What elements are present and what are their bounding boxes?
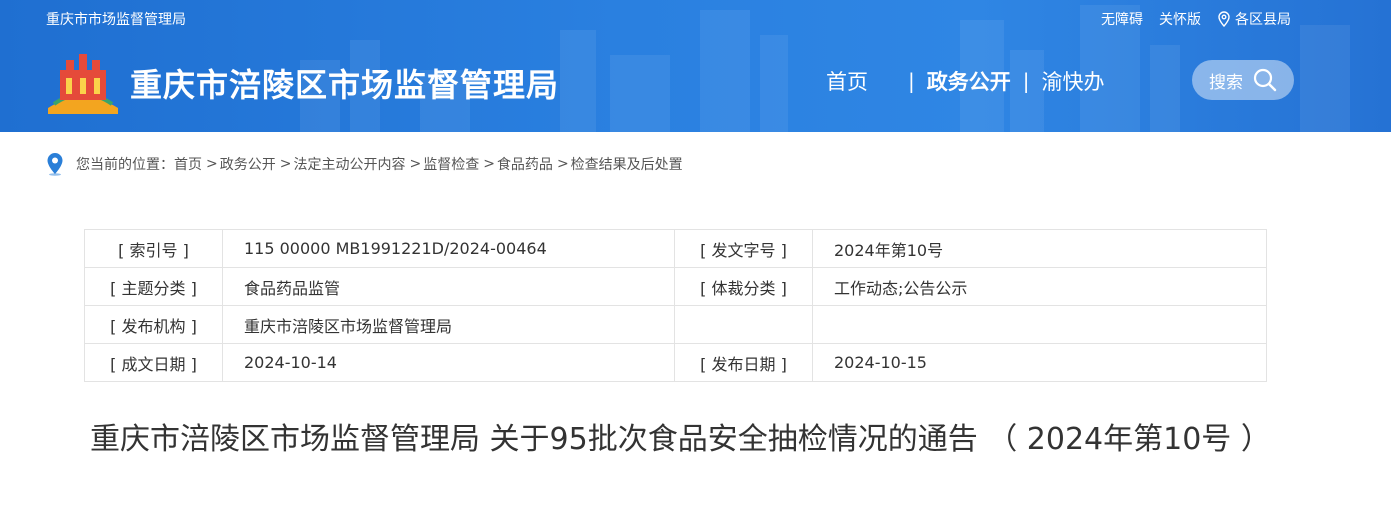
info-label: [ 发布机构 ] <box>84 305 223 344</box>
breadcrumb-arrow: > <box>409 156 422 172</box>
info-value: 食品药品监管 <box>222 267 675 306</box>
breadcrumb-arrow: > <box>556 156 569 172</box>
breadcrumb-item[interactable]: 监督检查 <box>423 154 479 174</box>
nav-gov-affairs[interactable]: 政务公开 <box>927 66 1011 96</box>
search-button[interactable]: 搜索 <box>1192 60 1294 100</box>
info-label: [ 体裁分类 ] <box>674 267 813 306</box>
info-label: [ 主题分类 ] <box>84 267 223 306</box>
info-label: [ 索引号 ] <box>84 229 223 268</box>
search-icon <box>1253 68 1277 92</box>
info-label: [ 成文日期 ] <box>84 343 223 382</box>
care-mode-link[interactable]: 关怀版 <box>1159 9 1201 29</box>
location-pin-icon <box>47 153 63 176</box>
info-label <box>674 305 813 344</box>
info-value <box>812 305 1267 344</box>
breadcrumb: 您当前的位置： 首页 > 政务公开 > 法定主动公开内容 > 监督检查 > 食品… <box>46 152 683 176</box>
table-row: [ 成文日期 ] 2024-10-14 [ 发布日期 ] 2024-10-15 <box>84 343 1267 382</box>
table-row: [ 发布机构 ] 重庆市涪陵区市场监督管理局 <box>84 305 1267 344</box>
breadcrumb-arrow: > <box>279 156 292 172</box>
info-label: [ 发文字号 ] <box>674 229 813 268</box>
districts-link[interactable]: 各区县局 <box>1217 9 1291 29</box>
info-value: 2024年第10号 <box>812 229 1267 268</box>
site-header: 重庆市市场监督管理局 无障碍 关怀版 各区县局 重庆市涪陵区市场监督管理局 首页… <box>0 0 1391 132</box>
nav-yukuaiban[interactable]: 渝快办 <box>1042 66 1105 96</box>
breadcrumb-item[interactable]: 食品药品 <box>497 154 553 174</box>
search-label: 搜索 <box>1209 72 1243 93</box>
site-title[interactable]: 重庆市涪陵区市场监督管理局 <box>130 60 559 106</box>
breadcrumb-item[interactable]: 检查结果及后处置 <box>571 154 683 174</box>
breadcrumb-item[interactable]: 首页 <box>174 154 202 174</box>
table-row: [ 索引号 ] 115 00000 MB1991221D/2024-00464 … <box>84 229 1267 268</box>
article-title: 重庆市涪陵区市场监督管理局 关于95批次食品安全抽检情况的通告 （ 2024年第… <box>90 422 1271 457</box>
breadcrumb-item[interactable]: 政务公开 <box>220 154 276 174</box>
document-info-table: [ 索引号 ] 115 00000 MB1991221D/2024-00464 … <box>84 229 1267 382</box>
info-label: [ 发布日期 ] <box>674 343 813 382</box>
info-value: 115 00000 MB1991221D/2024-00464 <box>222 229 675 268</box>
parent-site-name[interactable]: 重庆市市场监督管理局 <box>46 9 186 29</box>
logo-emblem[interactable] <box>44 50 122 116</box>
nav-separator: | <box>908 69 915 93</box>
info-value: 2024-10-15 <box>812 343 1267 382</box>
districts-label: 各区县局 <box>1235 12 1291 28</box>
info-value: 重庆市涪陵区市场监督管理局 <box>222 305 675 344</box>
accessibility-link[interactable]: 无障碍 <box>1101 9 1143 29</box>
top-links: 无障碍 关怀版 各区县局 <box>1101 9 1291 29</box>
main-nav: 首页 | 政务公开 | 渝快办 <box>826 66 1105 96</box>
breadcrumb-prefix: 您当前的位置： <box>76 157 174 173</box>
info-value: 2024-10-14 <box>222 343 675 382</box>
location-pin-icon <box>1218 11 1230 27</box>
breadcrumb-arrow: > <box>206 156 218 172</box>
nav-separator: | <box>1022 69 1030 93</box>
info-value: 工作动态;公告公示 <box>812 267 1267 306</box>
nav-home[interactable]: 首页 <box>826 66 868 96</box>
breadcrumb-arrow: > <box>483 156 495 172</box>
table-row: [ 主题分类 ] 食品药品监管 [ 体裁分类 ] 工作动态;公告公示 <box>84 267 1267 306</box>
breadcrumb-item[interactable]: 法定主动公开内容 <box>293 154 405 174</box>
